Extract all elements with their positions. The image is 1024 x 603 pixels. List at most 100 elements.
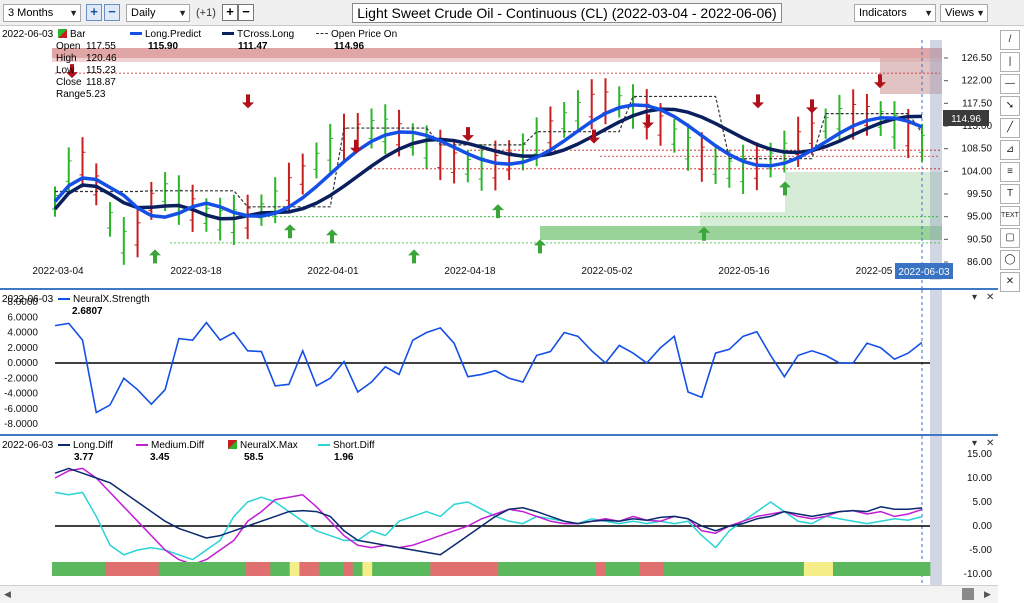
neuralx-max-bar: [580, 562, 586, 576]
diff-pane[interactable]: 15.00 10.00 5.00 0.00 -5.00 -10.00 2022-06-03…: [0, 436, 998, 585]
neuralx-max-bar: [507, 562, 514, 576]
period-select[interactable]: 3 Months ▼: [3, 4, 81, 22]
scroll-left-icon[interactable]: ◀: [4, 589, 11, 600]
neuralx-max-bar: [435, 562, 441, 576]
neuralx-max-bar: [202, 562, 208, 576]
triangle-tool-icon[interactable]: ⊿: [1000, 140, 1020, 160]
neuralx-max-bar: [90, 562, 97, 576]
medium-diff-legend: Medium.Diff: [136, 440, 204, 451]
neuralx-max-bar: [415, 562, 422, 576]
ohlc-row-high: High 120.46: [56, 53, 117, 65]
price-chart[interactable]: 126.50122.00117.50113.00108.50104.0099.5…: [0, 26, 998, 288]
indicators-button[interactable]: Indicators ▼: [854, 4, 936, 22]
neural-strength-pane[interactable]: 8.0000 6.0000 4.0000 2.0000 0.0000 -2.0000 -4.…: [0, 290, 998, 434]
neuralx-max-bar: [896, 562, 902, 576]
neuralx-max-bar: [420, 562, 426, 576]
neuralx-max-bar: [425, 562, 431, 576]
neuralx-max-bar: [440, 562, 446, 576]
neuralx-max-bar: [866, 562, 873, 576]
bar-icon: [228, 440, 237, 449]
ohlc-label: High: [56, 53, 77, 64]
neuralx-max-bar: [604, 562, 611, 576]
long-predict-value: 115.90: [148, 41, 179, 52]
neuralx-max-bar: [832, 562, 839, 576]
long-diff-value: 3.77: [74, 452, 94, 463]
neuralx-max-bar: [182, 562, 189, 576]
arrow-tool-icon[interactable]: ➘: [1000, 96, 1020, 116]
current-bar-highlight: [930, 436, 942, 585]
collapse-pane-icon[interactable]: ▾: [972, 292, 977, 303]
neuralx-max-bar: [309, 562, 315, 576]
neuralx-max-bar: [702, 562, 708, 576]
long-predict-legend: Long.Predict: [130, 29, 201, 40]
neuralx-max-bar: [153, 562, 160, 576]
horizontal-line-tool-icon[interactable]: —: [1000, 74, 1020, 94]
ray-tool-icon[interactable]: ╱: [1000, 118, 1020, 138]
scroll-right-icon[interactable]: ▶: [984, 589, 991, 600]
delete-drawing-icon[interactable]: ✕: [1000, 272, 1020, 292]
close-pane-icon[interactable]: ✕: [986, 292, 994, 303]
neural-strength-chart[interactable]: 8.00006.00004.00002.00000.0000-2.0000-4.…: [0, 290, 998, 434]
y-tick-label: -5.00: [969, 545, 992, 556]
neural-strength-value: 2.6807: [72, 306, 103, 317]
neuralx-max-bar: [740, 562, 747, 576]
neuralx-max-bar: [333, 562, 339, 576]
neuralx-max-bar: [352, 562, 359, 576]
neuralx-max-bar: [139, 562, 145, 576]
price-pane[interactable]: 126.50 122.00 117.50 113.00 108.50 104.00 99.5…: [0, 26, 998, 288]
remove-button[interactable]: −: [104, 4, 120, 21]
text-tool-icon[interactable]: T: [1000, 184, 1020, 204]
neuralx-max-bar: [260, 562, 266, 576]
neuralx-max-bar: [527, 562, 533, 576]
long-predict-label: Long.Predict: [145, 29, 202, 40]
y-tick-label: 122.00: [961, 76, 992, 87]
scrollbar-thumb[interactable]: [962, 588, 974, 600]
neuralx-max-bar: [275, 562, 281, 576]
neuralx-max-bar: [449, 562, 456, 576]
neuralx-max-bars: [52, 562, 931, 576]
y-tick-label: 0.00: [973, 521, 993, 532]
buy-signal-arrow-icon: [149, 249, 161, 264]
text-label-tool-icon[interactable]: TEXT: [1000, 206, 1020, 226]
collapse-pane-icon[interactable]: ▾: [972, 438, 977, 449]
neuralx-max-legend: NeuralX.Max: [228, 440, 298, 451]
add-button[interactable]: +: [86, 4, 102, 21]
neuralx-max-bar: [357, 562, 363, 576]
neuralx-max-bar: [362, 562, 368, 576]
neuralx-max-bar: [178, 562, 184, 576]
neuralx-max-bar: [609, 562, 616, 576]
neuralx-max-bar: [85, 562, 92, 576]
neuralx-max-bar: [110, 562, 116, 576]
buy-signal-arrow-icon: [284, 224, 296, 239]
horizontal-scrollbar[interactable]: ◀ ▶: [0, 585, 998, 603]
neuralx-max-bar: [493, 562, 499, 576]
trendline-tool-icon[interactable]: /: [1000, 30, 1020, 50]
vertical-line-tool-icon[interactable]: |: [1000, 52, 1020, 72]
ohlc-value: 117.55: [86, 41, 116, 52]
zoom-in-button[interactable]: +: [222, 4, 238, 21]
neuralx-max-bar: [692, 562, 698, 576]
line-swatch-icon: [318, 444, 330, 446]
neuralx-max-bar: [391, 562, 397, 576]
neural-strength-label: NeuralX.Strength: [73, 294, 150, 305]
y-tick-label: 86.00: [967, 257, 992, 268]
buy-signal-arrow-icon: [492, 204, 504, 219]
zoom-out-button[interactable]: −: [238, 4, 254, 21]
neuralx-max-bar: [697, 562, 703, 576]
fibonacci-tool-icon[interactable]: ≡: [1000, 162, 1020, 182]
ohlc-label: Low: [56, 65, 75, 76]
neuralx-max-bar: [265, 562, 271, 576]
ohlc-value: 118.87: [86, 77, 116, 88]
neuralx-max-bar: [192, 562, 198, 576]
interval-select[interactable]: Daily ▼: [126, 4, 190, 22]
neural-strength-series: [54, 321, 923, 414]
rectangle-tool-icon[interactable]: ▢: [1000, 228, 1020, 248]
neuralx-max-bar: [847, 562, 853, 576]
close-pane-icon[interactable]: ✕: [986, 438, 994, 449]
neuralx-max-bar: [313, 562, 320, 576]
x-tick-label: 2022-04-01: [307, 266, 359, 277]
ellipse-tool-icon[interactable]: ◯: [1000, 250, 1020, 270]
neuralx-max-label: NeuralX.Max: [240, 440, 298, 451]
neuralx-max-bar: [837, 562, 844, 576]
views-button[interactable]: Views ▼: [940, 4, 988, 22]
